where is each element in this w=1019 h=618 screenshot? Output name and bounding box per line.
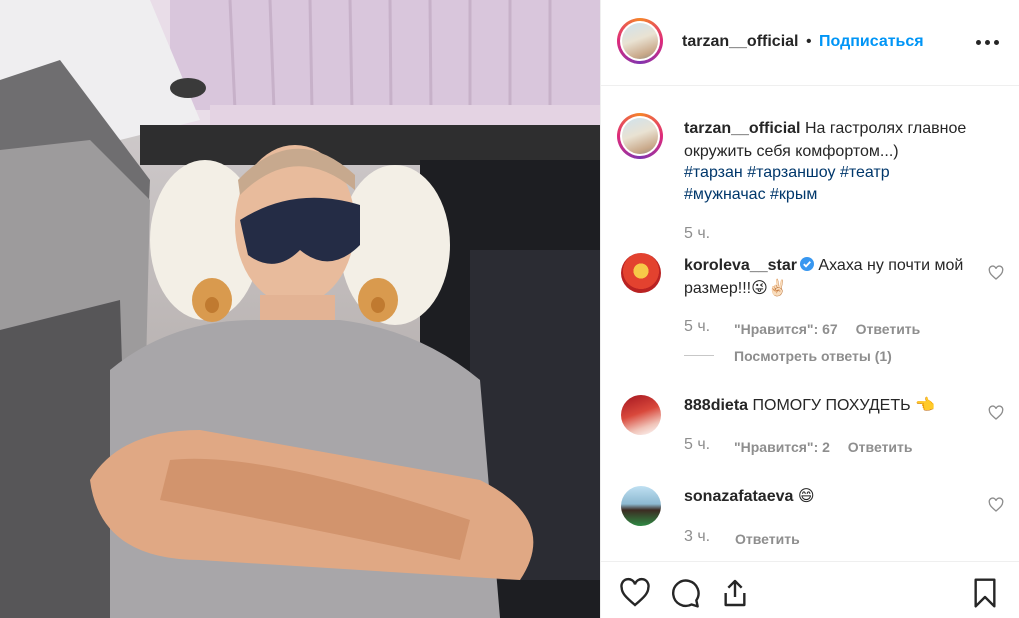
comment-3: sonazafataeva 😄 [684,486,979,509]
author-avatar[interactable] [617,18,663,64]
comment-2-reply-button[interactable]: Ответить [848,439,913,455]
share-icon[interactable] [719,577,751,609]
comment-1-username[interactable]: koroleva__star [684,257,797,274]
comment-1-reply-button[interactable]: Ответить [856,321,921,337]
header-username[interactable]: tarzan__official [682,33,798,50]
caption-author-avatar[interactable] [617,113,663,159]
comment-3-time: 3 ч. [684,528,711,545]
follow-button[interactable]: Подписаться [819,33,924,50]
hashtag-link[interactable]: #мужначас [684,186,766,203]
verified-icon [799,257,814,271]
post-caption: tarzan__official На гастролях главное ок… [684,118,1009,163]
comment-3-like-icon[interactable] [988,497,1004,513]
post-photo-illustration [0,0,600,618]
header-separator: • [805,33,812,50]
post-photo[interactable] [0,0,600,618]
hashtag-link[interactable]: #крым [770,186,817,203]
comment-avatar-sonazafataeva[interactable] [621,486,661,526]
comment-1: koroleva__star Ахаха ну почти мой размер… [684,255,979,300]
comment-1-like-icon[interactable] [988,265,1004,281]
bookmark-icon[interactable] [969,577,1001,609]
more-icon[interactable] [976,33,1000,53]
action-bar [601,561,1019,618]
replies-divider [684,355,714,356]
heart-icon[interactable] [619,577,651,609]
comment-3-meta: Ответить [735,531,800,547]
comment-1-likes[interactable]: "Нравится": 67 [734,321,838,337]
comment-avatar-koroleva[interactable] [621,253,661,293]
post-header: tarzan__official • Подписаться [601,0,1019,86]
view-replies-button[interactable]: Посмотреть ответы (1) [734,348,892,364]
comment-2-time: 5 ч. [684,436,711,453]
hashtag-link[interactable]: #тарзаншоу [747,164,835,181]
caption-username[interactable]: tarzan__official [684,120,800,137]
comment-2-like-icon[interactable] [988,405,1004,421]
caption-time: 5 ч. [684,225,711,242]
hashtag-link[interactable]: #театр [840,164,890,181]
comment-3-reply-button[interactable]: Ответить [735,531,800,547]
comment-icon[interactable] [669,577,701,609]
comment-2-likes[interactable]: "Нравится": 2 [734,439,830,455]
comment-3-username[interactable]: sonazafataeva [684,488,793,505]
comment-2-meta: "Нравится": 2 Ответить [734,439,913,455]
post-details-panel: tarzan__official • Подписаться tarzan__o… [600,0,1019,618]
comment-1-time: 5 ч. [684,318,711,335]
comment-3-text: 😄 [797,488,815,505]
comment-avatar-888dieta[interactable] [621,395,661,435]
hashtags: #тарзан #тарзаншоу #театр #мужначас #кры… [684,162,944,206]
comment-2: 888dieta ПОМОГУ ПОХУДЕТЬ 👈 [684,395,979,418]
comment-1-meta: "Нравится": 67 Ответить [734,321,920,337]
header-text: tarzan__official • Подписаться [682,33,924,51]
comment-2-text: ПОМОГУ ПОХУДЕТЬ 👈 [752,397,935,414]
hashtag-link[interactable]: #тарзан [684,164,743,181]
comment-2-username[interactable]: 888dieta [684,397,748,414]
